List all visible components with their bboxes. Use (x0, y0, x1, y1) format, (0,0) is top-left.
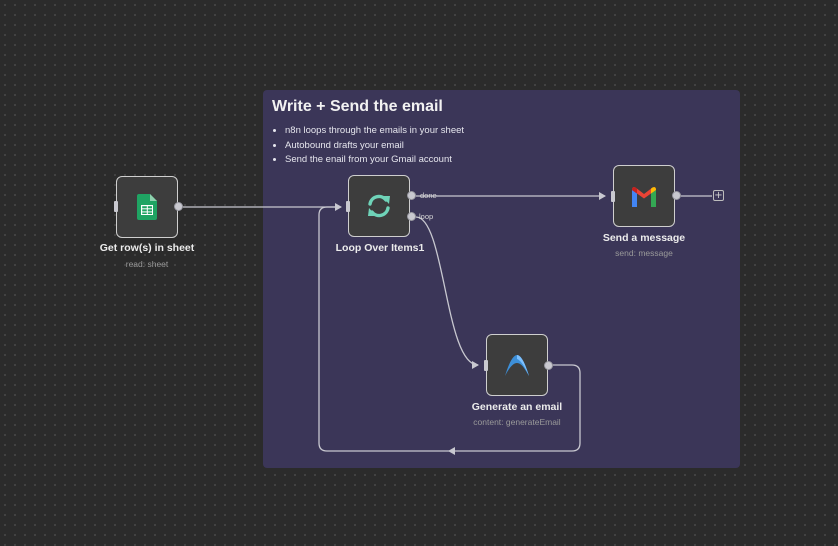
workflow-connections (183, 192, 712, 455)
add-node-button[interactable]: + (713, 190, 724, 201)
input-port[interactable] (484, 360, 488, 371)
edge-return-arrow-icon (448, 447, 455, 455)
gmail-icon (632, 187, 656, 207)
google-sheets-icon (137, 194, 157, 220)
output-port[interactable] (544, 361, 553, 370)
node-subtitle: content: generateEmail (473, 417, 561, 427)
branch-label-loop: loop (419, 212, 434, 221)
branch-label-done: done (420, 191, 437, 200)
input-port[interactable] (346, 201, 350, 212)
output-port[interactable] (174, 202, 183, 211)
node-label: Generate an email (471, 401, 563, 413)
node-label: Get row(s) in sheet (99, 242, 195, 254)
node-subtitle: read: sheet (125, 259, 169, 269)
node-label: Loop Over Items1 (335, 242, 425, 254)
output-port-loop[interactable] (407, 212, 416, 221)
output-port[interactable] (672, 191, 681, 200)
loop-arrows-icon (368, 194, 390, 218)
node-generate-an-email[interactable] (486, 334, 548, 396)
node-label: Send a message (602, 232, 686, 244)
node-subtitle: send: message (615, 248, 673, 258)
node-loop-over-items[interactable] (348, 175, 410, 237)
autobound-icon (505, 355, 529, 376)
input-port[interactable] (114, 201, 118, 212)
output-port-done[interactable] (407, 191, 416, 200)
node-get-rows-in-sheet[interactable] (116, 176, 178, 238)
edge-loop-to-generate[interactable] (415, 216, 479, 369)
input-port[interactable] (611, 191, 615, 202)
node-send-a-message[interactable] (613, 165, 675, 227)
